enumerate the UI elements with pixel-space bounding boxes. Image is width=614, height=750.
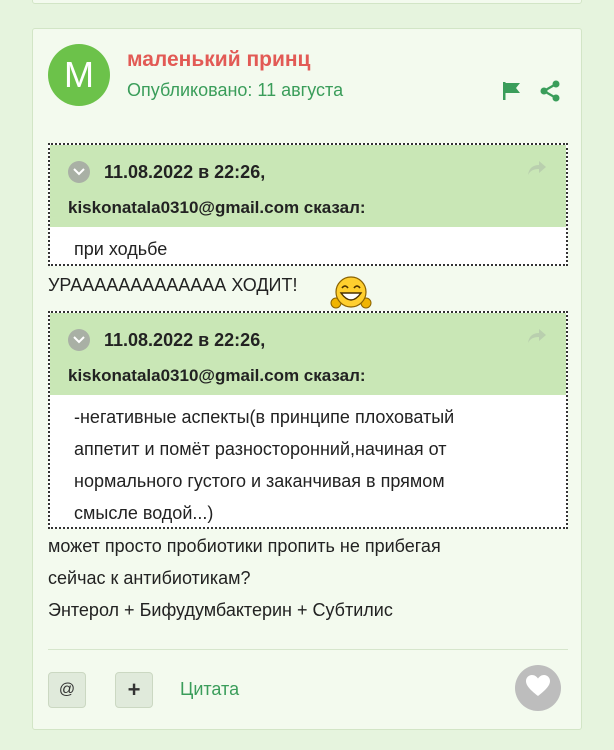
add-button[interactable]: + (115, 672, 153, 708)
post-text-line: сейчас к антибиотикам? (48, 568, 251, 588)
flag-icon[interactable] (500, 79, 524, 103)
reply-icon[interactable] (526, 327, 548, 350)
quote-content: при ходьбе (50, 227, 566, 271)
quote-date: 11.08.2022 в 22:26, (104, 329, 266, 350)
author-name[interactable]: маленький принц (127, 48, 310, 72)
reply-icon[interactable] (526, 159, 548, 182)
laughing-emoji (327, 273, 375, 311)
quote-line: при ходьбе (74, 239, 168, 259)
mention-button[interactable]: @ (48, 672, 86, 708)
quote-header: 11.08.2022 в 22:26, kiskonatala0310@gmai… (50, 145, 566, 227)
avatar[interactable]: M (48, 44, 110, 106)
heart-icon (525, 674, 551, 703)
collapse-icon[interactable] (68, 161, 90, 183)
collapse-icon[interactable] (68, 329, 90, 351)
post-text-line: может просто пробиотики пропить не прибе… (48, 536, 441, 556)
post-text-line: УРААААААААААААА ХОДИТ! (48, 275, 298, 295)
divider (48, 649, 568, 650)
publish-date: Опубликовано: 11 августа (127, 80, 344, 100)
quote-line: нормального густого и заканчивая в прямо… (74, 471, 445, 491)
post-text-line: Энтерол + Бифудумбактерин + Субтилис (48, 600, 393, 620)
like-button[interactable] (515, 665, 561, 711)
quote-block: 11.08.2022 в 22:26, kiskonatala0310@gmai… (48, 143, 568, 266)
quote-line: смысле водой...) (74, 503, 214, 523)
share-icon[interactable] (538, 79, 562, 103)
quote-date: 11.08.2022 в 22:26, (104, 161, 266, 182)
quote-author[interactable]: kiskonatala0310@gmail.com сказал: (68, 357, 548, 395)
quote-line: аппетит и помёт разносторонний,начиная о… (74, 439, 447, 459)
quote-header: 11.08.2022 в 22:26, kiskonatala0310@gmai… (50, 313, 566, 395)
quote-author[interactable]: kiskonatala0310@gmail.com сказал: (68, 189, 548, 227)
post-card: M маленький принц Опубликовано: 11 авгус… (32, 28, 582, 730)
quote-content: -негативные аспекты(в принципе плоховаты… (50, 395, 566, 535)
quote-button[interactable]: Цитата (180, 679, 239, 700)
quote-line: -негативные аспекты(в принципе плоховаты… (74, 407, 455, 427)
previous-post-card (32, 0, 582, 4)
quote-block: 11.08.2022 в 22:26, kiskonatala0310@gmai… (48, 311, 568, 529)
